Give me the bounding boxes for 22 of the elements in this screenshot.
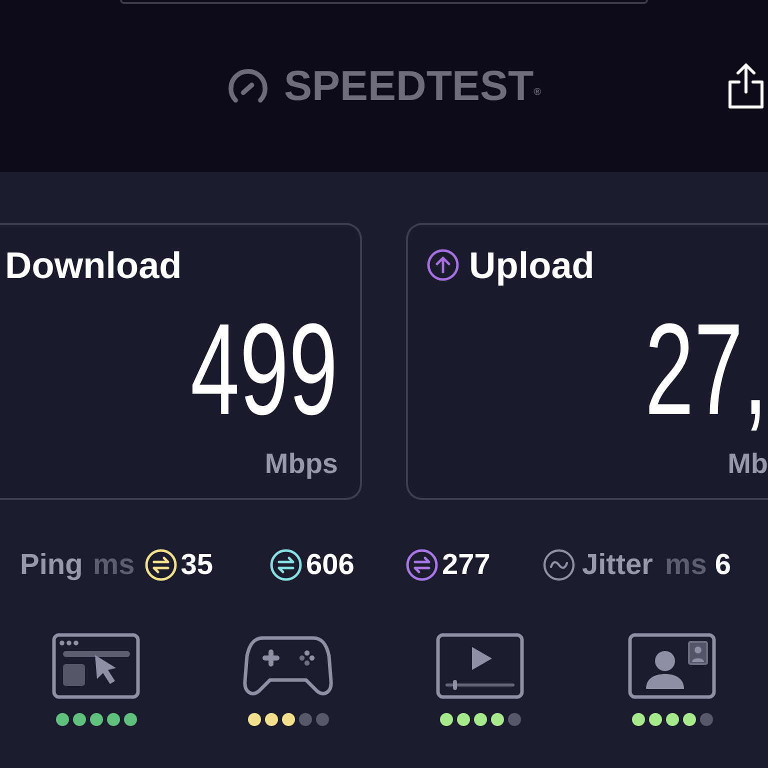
speed-unit: Mbps — [264, 450, 338, 478]
ping-label: Ping — [20, 550, 83, 580]
jitter-label: Jitter — [582, 550, 653, 580]
gauge-icon — [226, 67, 269, 105]
jitter-unit: ms — [664, 550, 707, 580]
ping-value: 606 — [306, 550, 354, 580]
gamepad-icon — [243, 634, 333, 698]
speed-value: 499 — [190, 304, 338, 434]
video-player-icon — [436, 633, 524, 699]
ping-value: 277 — [442, 550, 490, 580]
share-icon[interactable] — [727, 62, 765, 110]
wave-icon — [543, 549, 575, 581]
result-title: Download — [5, 246, 182, 284]
video-call-icon — [628, 633, 716, 699]
ping-value: 35 — [180, 550, 214, 580]
speed-value: 27, — [645, 304, 768, 434]
result-title: Upload — [469, 246, 594, 284]
up-arrow-circle-icon — [427, 249, 459, 281]
jitter-value: 6 — [714, 550, 731, 580]
ping-unit: ms — [92, 550, 135, 580]
speed-unit: Mb — [728, 450, 768, 478]
browser-cursor-icon — [52, 633, 140, 699]
